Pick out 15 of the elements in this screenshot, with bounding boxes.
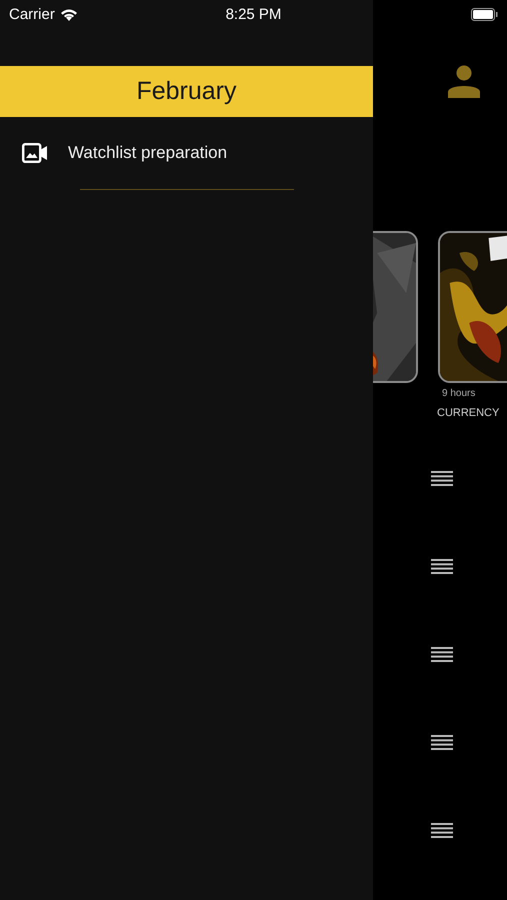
profile-icon[interactable] [447,64,481,98]
drawer-item[interactable]: Watchlist preparation [0,117,373,189]
carrier-label: Carrier [9,6,55,22]
clock-time: 8:25 PM [226,6,282,22]
post-age: 9 hours [441,388,476,399]
reorder-icon[interactable] [431,735,453,750]
reorder-icon[interactable] [431,471,453,486]
battery-icon [471,8,498,20]
wifi-icon [60,8,78,20]
reorder-icon[interactable] [431,823,453,838]
drawer-title: February [0,66,373,117]
reorder-icon[interactable] [431,559,453,574]
reorder-icon[interactable] [431,647,453,662]
video-icon [22,143,48,163]
category-label: CURRENCY [437,407,500,419]
